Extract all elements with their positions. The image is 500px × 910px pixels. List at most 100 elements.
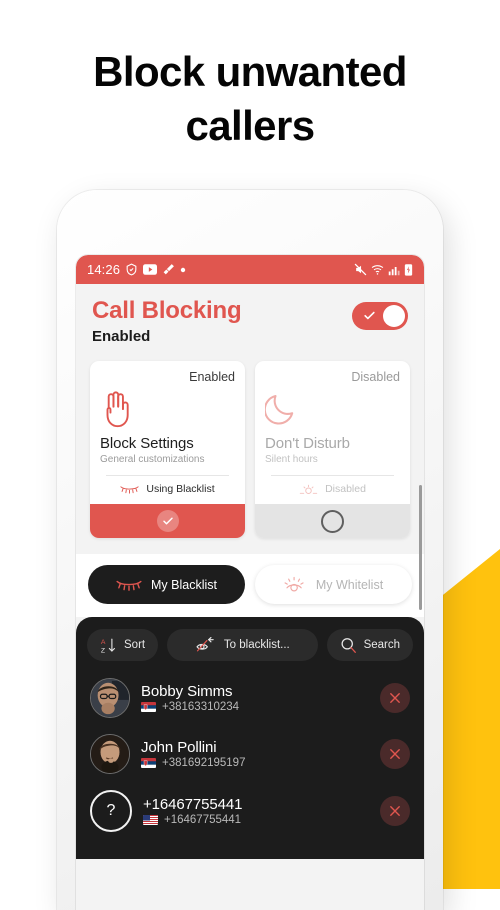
block-settings-title: Block Settings: [100, 435, 194, 453]
svg-text:A: A: [101, 639, 106, 646]
app-title: Call Blocking: [92, 297, 242, 324]
app-header-text: Call Blocking Enabled: [92, 297, 352, 346]
open-eye-icon: [284, 576, 304, 592]
check-circle-icon: [156, 510, 179, 533]
close-icon: [390, 806, 400, 817]
tab-my-whitelist[interactable]: My Whitelist: [255, 565, 412, 605]
do-not-disturb-card-body: Disabled Don't Disturb Silent hours Disa…: [255, 361, 410, 504]
list-tabs: My Blacklist My Whitelist: [76, 554, 424, 618]
table-row[interactable]: John Pollini +381692195197: [76, 726, 424, 782]
do-not-disturb-note-label: Disabled: [325, 483, 366, 496]
check-icon: [364, 311, 375, 320]
avatar: ?: [90, 790, 132, 833]
call-blocking-toggle[interactable]: [352, 302, 408, 330]
closed-eye-icon: [116, 581, 142, 592]
stop-hand-icon-wrap: [100, 386, 235, 432]
wifi-icon: [371, 265, 384, 275]
close-icon: [390, 749, 400, 760]
contact-info: +16467755441 +16467755441: [143, 796, 369, 826]
contact-number: +16467755441: [164, 814, 242, 827]
table-row[interactable]: ? +16467755441 +16467755441: [76, 782, 424, 840]
blacklist-panel: AZ Sort To blacklist... Search Bobby Sim…: [76, 617, 424, 860]
sort-button[interactable]: AZ Sort: [87, 629, 159, 662]
page-title: Block unwanted callers: [0, 45, 500, 153]
avatar: [90, 678, 130, 719]
flag-rs-icon: [141, 758, 156, 769]
contact-name: John Pollini: [141, 739, 217, 757]
contact-number-row: +381692195197: [141, 757, 369, 769]
page-title-line-1: Block unwanted: [93, 48, 407, 95]
to-blacklist-button[interactable]: To blacklist...: [167, 629, 318, 662]
sort-button-label: Sort: [124, 639, 146, 652]
block-settings-note: Using Blacklist: [100, 476, 235, 504]
app-header: Call Blocking Enabled: [76, 284, 424, 354]
empty-circle-icon: [321, 509, 344, 533]
avatar: [90, 734, 130, 775]
mute-icon: [354, 263, 367, 276]
page-title-line-2: callers: [185, 101, 316, 149]
status-bar-clock: 14:26: [87, 262, 121, 277]
sort-az-icon: AZ: [101, 638, 116, 654]
dot-icon: [180, 267, 186, 272]
contact-number-row: +38163310234: [141, 701, 369, 713]
shield-icon: [126, 263, 137, 276]
moon-icon-wrap: [265, 386, 400, 432]
contact-name: +16467755441: [143, 796, 243, 814]
block-settings-card-body: Enabled Block Settings General customiza…: [90, 361, 245, 504]
contact-name: Bobby Simms: [141, 683, 233, 701]
search-button[interactable]: Search: [326, 629, 413, 662]
contact-number: +381692195197: [162, 757, 246, 770]
phone-screen: 14:26 Call Blocking Enabled Enabled Bloc…: [76, 255, 424, 910]
check-icon: [162, 517, 173, 525]
do-not-disturb-footer[interactable]: [255, 504, 410, 539]
contact-info: John Pollini +381692195197: [141, 739, 369, 769]
search-icon: [341, 637, 356, 653]
sunrise-icon: [299, 485, 318, 495]
tab-my-whitelist-label: My Whitelist: [315, 577, 384, 592]
delete-contact-button[interactable]: [380, 739, 410, 770]
block-settings-state: Enabled: [189, 370, 235, 385]
contact-number: +38163310234: [162, 701, 240, 714]
status-bar-left: 14:26: [87, 262, 186, 277]
search-button-label: Search: [363, 639, 400, 652]
block-settings-card[interactable]: Enabled Block Settings General customiza…: [90, 361, 245, 539]
toggle-knob: [383, 305, 405, 327]
app-status-label: Enabled: [92, 328, 151, 346]
svg-text:Z: Z: [101, 647, 105, 654]
contact-info: Bobby Simms +38163310234: [141, 683, 369, 713]
status-bar: 14:26: [76, 255, 424, 284]
moon-icon: [265, 395, 294, 425]
cleaner-icon: [163, 264, 174, 275]
table-row[interactable]: Bobby Simms +38163310234: [76, 670, 424, 726]
do-not-disturb-state: Disabled: [351, 370, 400, 385]
closed-eye-icon: [120, 486, 139, 495]
contact-photo: [91, 679, 129, 718]
feature-cards: Enabled Block Settings General customiza…: [76, 353, 424, 555]
do-not-disturb-card[interactable]: Disabled Don't Disturb Silent hours Disa…: [255, 361, 410, 539]
block-settings-subtitle: General customizations: [100, 454, 205, 466]
stop-hand-icon: [106, 391, 129, 428]
close-icon: [390, 693, 400, 704]
battery-charging-icon: [404, 264, 413, 276]
tab-my-blacklist[interactable]: My Blacklist: [88, 565, 245, 605]
signal-icon: [388, 266, 400, 275]
do-not-disturb-note: Disabled: [265, 476, 400, 504]
flag-us-icon: [143, 815, 158, 826]
delete-contact-button[interactable]: [380, 683, 410, 714]
block-settings-note-label: Using Blacklist: [146, 483, 215, 496]
phone-mockup: 14:26 Call Blocking Enabled Enabled Bloc…: [57, 190, 443, 910]
contact-photo: [91, 735, 129, 774]
list-actions: AZ Sort To blacklist... Search: [76, 629, 424, 670]
to-blacklist-button-label: To blacklist...: [223, 639, 290, 652]
screen-scrollbar[interactable]: [419, 485, 422, 610]
delete-contact-button[interactable]: [380, 796, 410, 827]
contact-number-row: +16467755441: [143, 814, 369, 826]
flag-rs-icon: [141, 702, 156, 713]
do-not-disturb-subtitle: Silent hours: [265, 454, 318, 466]
do-not-disturb-title: Don't Disturb: [265, 435, 350, 453]
crossed-eye-arrow-icon: [196, 636, 214, 652]
status-bar-right: [354, 263, 413, 276]
youtube-icon: [143, 264, 158, 275]
tab-my-blacklist-label: My Blacklist: [151, 577, 217, 592]
block-settings-footer[interactable]: [90, 504, 245, 539]
